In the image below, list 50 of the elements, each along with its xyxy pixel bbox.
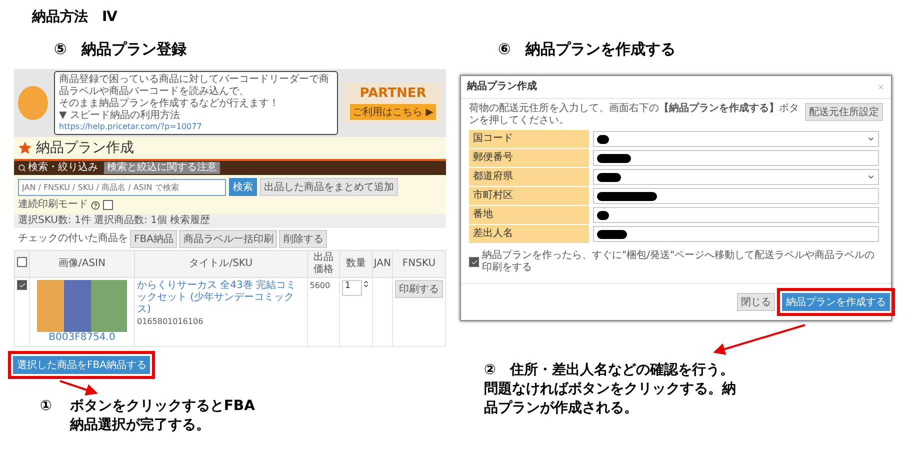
step-heading: ⑥ 納品プランを作成する [497, 40, 677, 59]
bubble-text: ▼ スピード納品の利用方法 [59, 110, 181, 122]
print-button[interactable]: 印刷する [394, 280, 443, 298]
field-label: 番地 [469, 206, 589, 225]
column-header: 画像/ASIN [30, 250, 134, 278]
create-plan-button[interactable]: 納品プランを作成する [782, 293, 890, 311]
page-title: 納品プラン作成 [36, 140, 134, 156]
bulk-label: チェックの付いた商品を [18, 233, 128, 246]
ad-button[interactable]: ご利用はこちら ▶ [350, 104, 436, 120]
quantity-field[interactable]: 1 [342, 280, 362, 296]
column-header: 出品価格 [307, 250, 340, 278]
ad-title: PARTNER [360, 86, 426, 102]
search-button[interactable]: 検索 [229, 178, 257, 196]
field-label: 都道府県 [469, 168, 589, 187]
notice-badge[interactable]: 検索と絞込に関する注意 [104, 162, 220, 174]
field-label: 国コード [469, 130, 589, 149]
title-link[interactable]: からくりサーカス 全43巻 完結コミックセット (少年サンデーコミックス) [137, 280, 305, 316]
column-header: 数量 [339, 250, 372, 278]
bubble-text: 商品登録で困っている商品に対してバーコードリーダーで商品ラベルや商品バーコードを読み込んで、 [59, 74, 330, 98]
fba-submit-button[interactable]: 選択した商品をFBA納品する [13, 356, 150, 374]
filter-label: 検索・絞り込み [28, 162, 98, 174]
caption-text: 問題なければボタンをクリックする。納品プランが作成される。 [484, 380, 737, 418]
asin-link[interactable]: B003F8754.0 [48, 332, 116, 344]
help-link[interactable]: https://help.pricetar.com/?p=10077 [59, 122, 333, 132]
selection-summary: 選択SKU数: 1件 選択商品数: 1個 検索履歴 [14, 214, 446, 228]
column-header: FNSKU [392, 250, 446, 278]
caption-text: ボタンをクリックするとFBA [70, 397, 255, 416]
price-text: 5600 [310, 281, 330, 290]
mode-label: 連続印刷モード [18, 199, 88, 212]
instruction-text: 荷物の配送元住所を入力して、画面右下の【納品プランを作成する】ボタンを押してください。 [469, 103, 799, 127]
column-header: JAN [372, 250, 392, 278]
bulk-action-button[interactable]: 削除する [279, 230, 328, 248]
step-number: ① [40, 397, 52, 416]
dialog-title: 納品プラン作成 [467, 81, 537, 93]
bulk-action-button[interactable]: 商品ラベル一括印刷 [179, 230, 278, 248]
field-label: 郵便番号 [469, 149, 589, 168]
field-label: 市町村区 [469, 187, 589, 206]
close-button[interactable]: 閉じる [737, 293, 775, 311]
caption-text: ② 住所・差出人名などの確認を行う。 [484, 361, 735, 380]
bulk-action-button[interactable]: FBA納品 [130, 230, 178, 248]
column-header: タイトル/SKU [134, 250, 308, 278]
field-label: 差出人名 [469, 225, 589, 244]
address-settings-button[interactable]: 配送元住所設定 [805, 103, 883, 121]
option-label: 納品プランを作ったら、すぐに"梱包/発送"ページへ移動して配送ラベルや商品ラベルの印刷をする [482, 250, 876, 274]
slide-title: 納品方法 Ⅳ [30, 8, 118, 26]
sku-text: 0165801016106 [137, 317, 204, 326]
add-button[interactable]: 出品した商品をまとめて追加 [260, 178, 398, 196]
step-heading: ⑤ 納品プラン登録 [53, 40, 188, 59]
bubble-text: そのまま納品プランを作成するなどが行えます！ [59, 98, 280, 110]
caption-text: 納品選択が完了する。 [70, 416, 211, 435]
